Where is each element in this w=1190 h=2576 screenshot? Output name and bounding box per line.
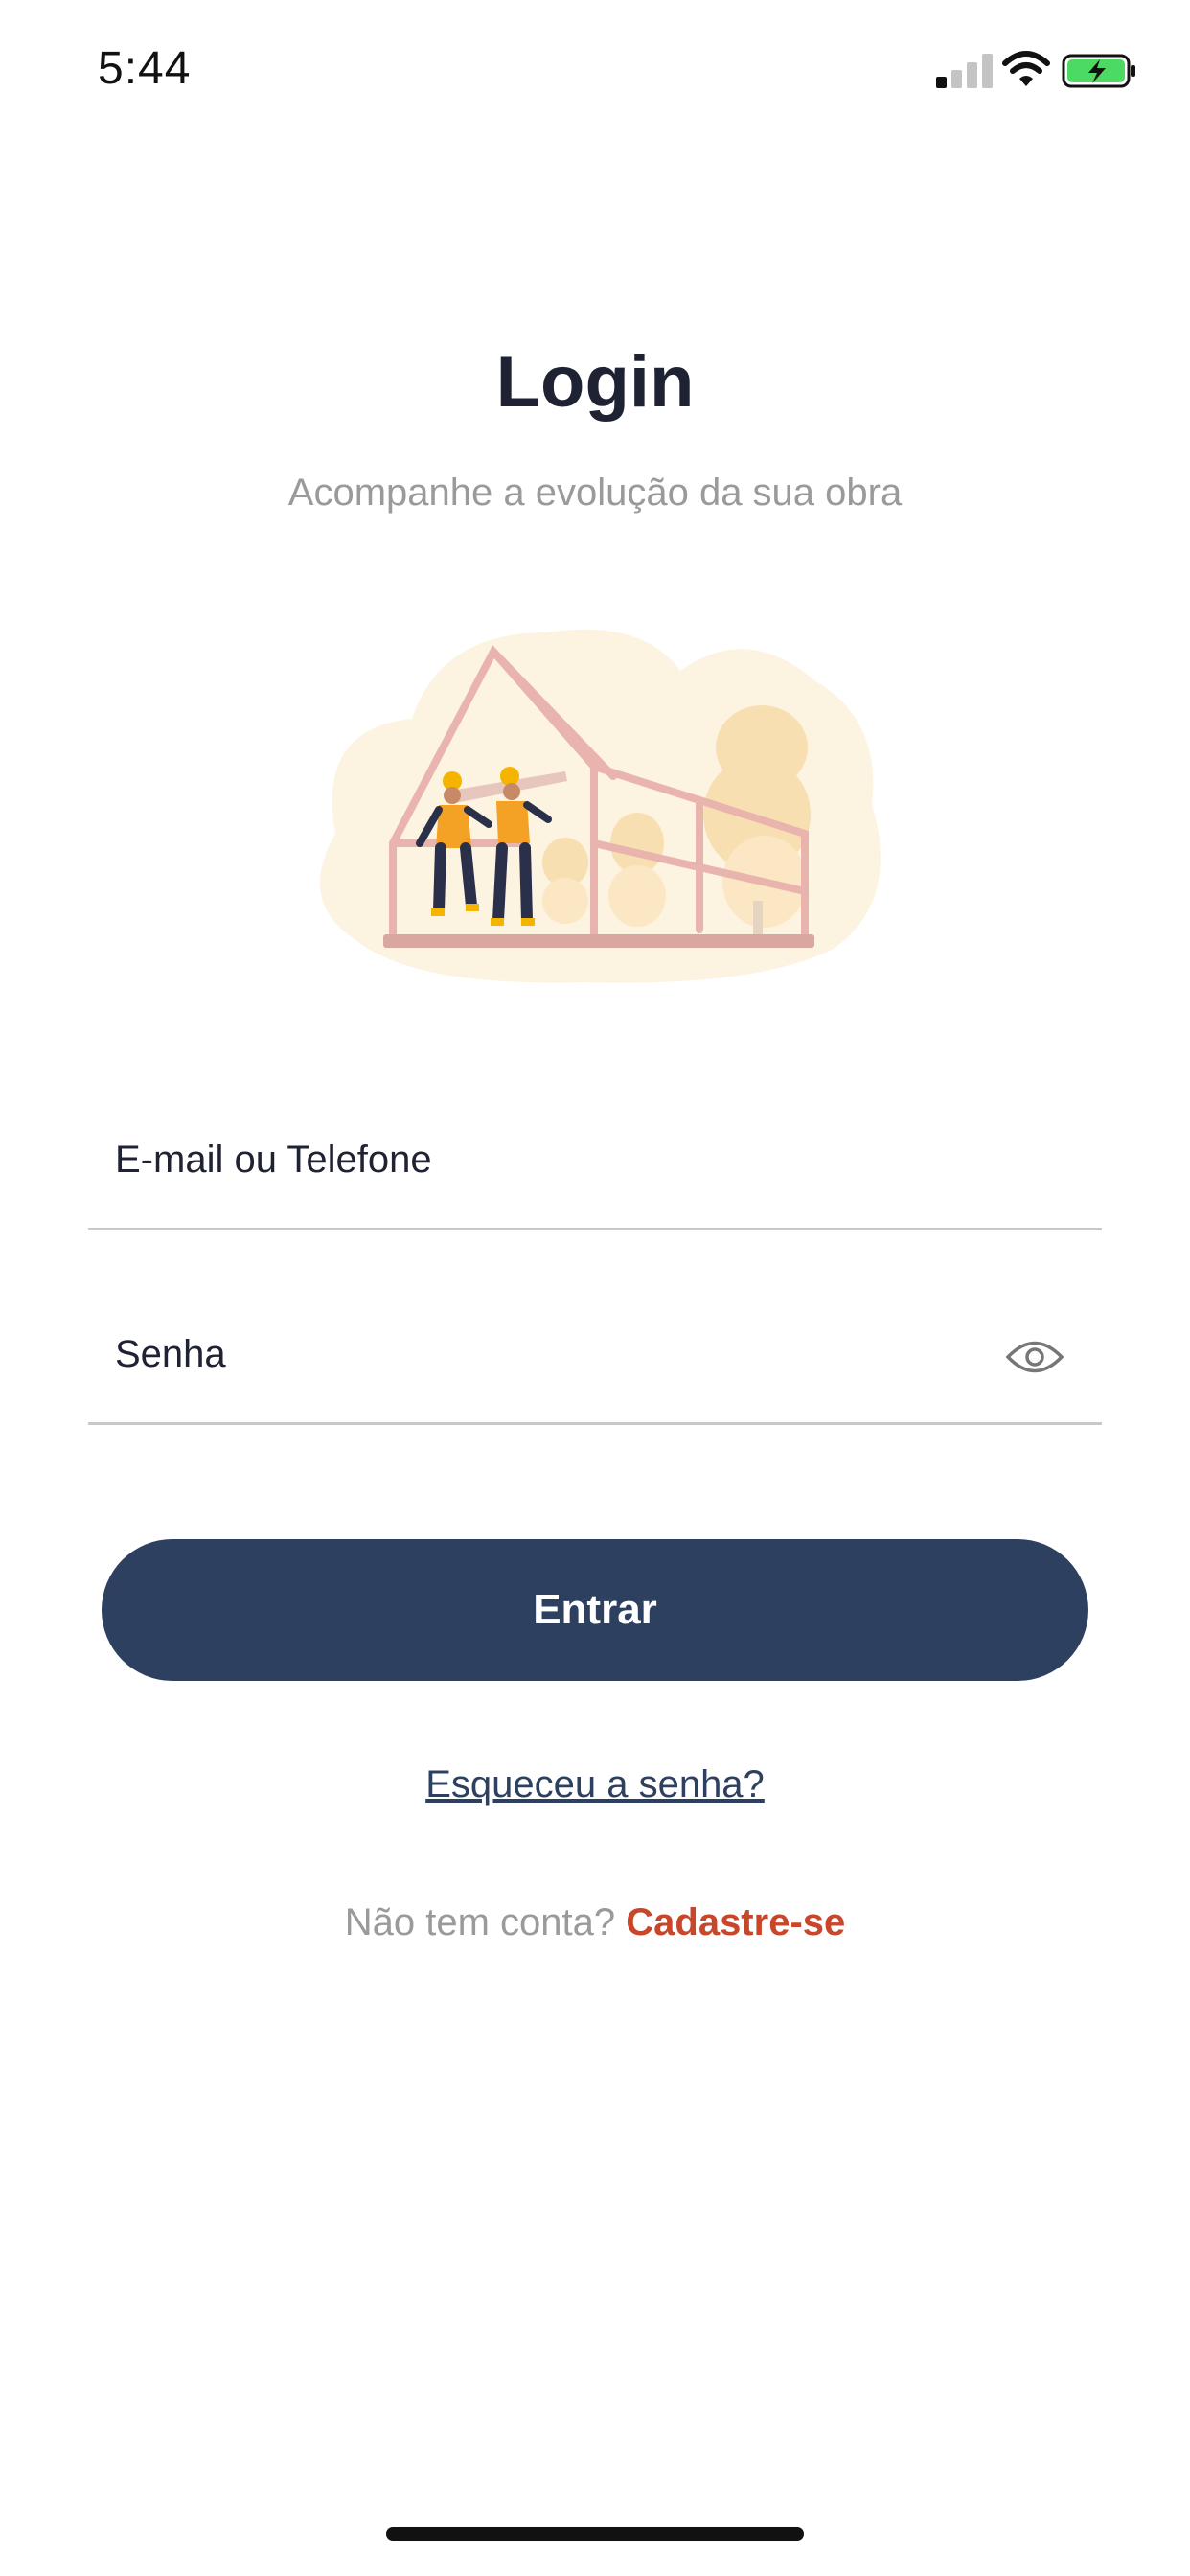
status-bar: 5:44 xyxy=(0,0,1190,144)
signup-link[interactable]: Cadastre-se xyxy=(626,1901,845,1944)
forgot-password-link[interactable]: Esqueceu a senha? xyxy=(0,1763,1190,1806)
construction-illustration xyxy=(320,629,881,983)
page-title: Login xyxy=(495,341,695,423)
signup-line: Não tem conta? Cadastre-se xyxy=(0,1901,1190,1944)
page-subtitle: Acompanhe a evolução da sua obra xyxy=(287,472,903,514)
eye-icon[interactable] xyxy=(1004,1335,1065,1379)
signal-icon xyxy=(936,54,994,88)
signup-prompt: Não tem conta? xyxy=(344,1901,616,1944)
password-field[interactable]: Senha xyxy=(88,1310,1102,1425)
battery-charging-icon xyxy=(1062,54,1135,88)
password-field-label: Senha xyxy=(115,1333,226,1375)
login-button[interactable]: Entrar xyxy=(102,1539,1088,1681)
email-field[interactable]: E-mail ou Telefone xyxy=(88,1116,1102,1230)
home-indicator[interactable] xyxy=(386,2527,804,2541)
status-time: 5:44 xyxy=(98,43,192,94)
email-field-label: E-mail ou Telefone xyxy=(115,1138,432,1181)
wifi-icon xyxy=(1002,51,1050,86)
